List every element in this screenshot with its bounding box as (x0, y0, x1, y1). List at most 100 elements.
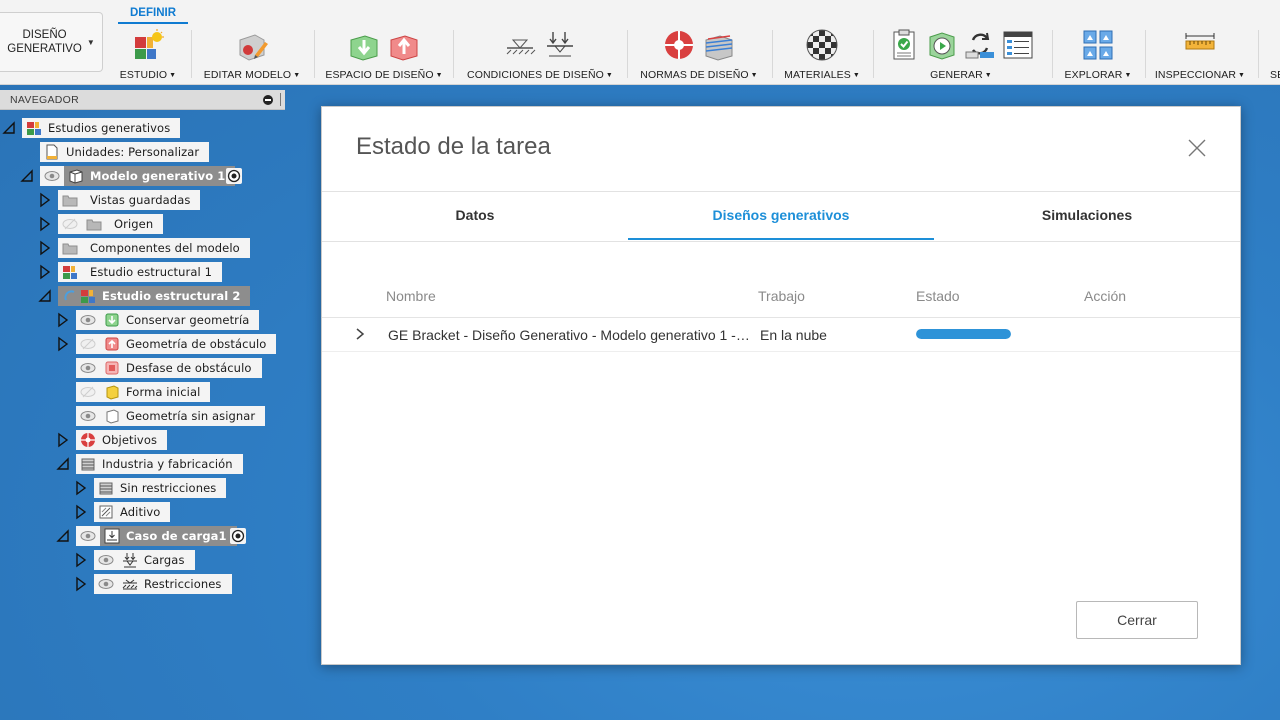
activate-radio-icon[interactable] (226, 168, 242, 184)
tree-node-industria-fabricacion[interactable]: Industria y fabricación (76, 454, 243, 474)
tree-node-componentes[interactable]: Componentes del modelo (58, 238, 250, 258)
caret-icon: ▼ (1124, 72, 1132, 79)
collapse-triangle-icon[interactable] (38, 288, 52, 304)
group-editar-modelo[interactable]: EDITAR MODELO ▼ (198, 24, 306, 84)
tree-node-sin-restricciones[interactable]: Sin restricciones (94, 478, 227, 498)
toolbar: DISEÑO GENERATIVO ▼ DEFINIR ESTUDIO ▼ EDI… (0, 0, 1280, 85)
tab-definir[interactable]: DEFINIR (118, 0, 188, 24)
tree-node-aditivo[interactable]: Aditivo (94, 502, 171, 522)
expand-triangle-icon[interactable] (56, 336, 70, 352)
tree-node-cargas[interactable]: Cargas (94, 550, 195, 570)
activate-radio-icon[interactable] (230, 528, 246, 544)
group-estudio[interactable]: ESTUDIO ▼ (110, 24, 186, 84)
tree-node-estudios-generativos[interactable]: Estudios generativos (22, 118, 181, 138)
separator (627, 30, 628, 78)
eye-icon[interactable] (80, 409, 96, 423)
eye-icon[interactable] (98, 553, 114, 567)
group-generar[interactable]: GENERAR ▼ (880, 24, 1042, 84)
tree-label: Geometría sin asignar (126, 409, 256, 423)
tab-disenos-generativos[interactable]: Diseños generativos (628, 192, 934, 240)
eye-icon[interactable] (80, 529, 96, 543)
tab-datos[interactable]: Datos (322, 192, 628, 240)
tree-node-estudio-estructural-2[interactable]: Estudio estructural 2 (58, 286, 251, 306)
tree-node-desfase-obstaculo[interactable]: Desfase de obstáculo (76, 358, 262, 378)
eye-hidden-icon[interactable] (62, 217, 78, 231)
tab-simulaciones[interactable]: Simulaciones (934, 192, 1240, 240)
tree-node-modelo-generativo[interactable] (40, 166, 64, 186)
workspace-switcher[interactable]: DISEÑO GENERATIVO ▼ (0, 12, 103, 72)
active-indicator-icon (64, 290, 75, 301)
collapse-triangle-icon[interactable] (56, 456, 70, 472)
preserve-geometry-icon (105, 313, 119, 327)
tree-node-geometria-sin-asignar[interactable]: Geometría sin asignar (76, 406, 266, 426)
close-button[interactable]: Cerrar (1076, 601, 1198, 639)
obstacle-offset-icon (105, 361, 119, 375)
group-label-estudio: ESTUDIO (119, 69, 168, 81)
tree-label: Estudios generativos (48, 121, 171, 135)
tree-node-vistas-guardadas[interactable]: Vistas guardadas (58, 190, 201, 210)
expand-triangle-icon[interactable] (74, 552, 88, 568)
tree-node-forma-inicial[interactable]: Forma inicial (76, 382, 211, 402)
group-explorar[interactable]: EXPLORAR ▼ (1060, 24, 1136, 84)
expand-triangle-icon[interactable] (74, 504, 88, 520)
separator (1258, 30, 1259, 78)
group-espacio-diseno[interactable]: ESPACIO DE DISEÑO ▼ (322, 24, 446, 84)
column-header-nombre[interactable]: Nombre (386, 288, 436, 304)
progress-bar (916, 329, 1011, 339)
tree-node-estudio-estructural-1[interactable]: Estudio estructural 1 (58, 262, 222, 282)
expand-triangle-icon[interactable] (56, 432, 70, 448)
tree-node-objetivos[interactable]: Objetivos (76, 430, 168, 450)
chevron-right-icon[interactable] (354, 326, 366, 342)
tree-node-modelo-generativo-label[interactable]: Modelo generativo 1 (64, 166, 236, 186)
tree-node-caso-de-carga[interactable] (76, 526, 100, 546)
navigator-title: NAVEGADOR (10, 94, 80, 106)
group-select-partial[interactable]: SE (1264, 24, 1280, 84)
caret-icon: ▼ (750, 72, 758, 79)
collapse-icon[interactable] (263, 95, 273, 105)
tree-label: Aditivo (120, 505, 161, 519)
group-label-espacio-diseno: ESPACIO DE DISEÑO (325, 69, 434, 81)
eye-hidden-icon[interactable] (80, 337, 96, 351)
panel-grip[interactable] (280, 93, 281, 106)
expand-triangle-icon[interactable] (74, 480, 88, 496)
eye-icon[interactable] (80, 361, 96, 375)
column-header-accion[interactable]: Acción (1084, 288, 1126, 304)
tree-node-restricciones[interactable]: Restricciones (94, 574, 232, 594)
tree-label: Sin restricciones (120, 481, 217, 495)
expand-triangle-icon[interactable] (74, 576, 88, 592)
expand-triangle-icon[interactable] (38, 240, 52, 256)
collapse-triangle-icon[interactable] (2, 120, 16, 136)
unrestricted-icon (99, 482, 113, 495)
separator (191, 30, 192, 78)
group-materiales[interactable]: MATERIALES ▼ (780, 24, 864, 84)
tree-node-geometria-obstaculo[interactable]: Geometría de obstáculo (76, 334, 277, 354)
close-icon[interactable] (1186, 137, 1208, 159)
manufacturing-icon (705, 35, 733, 61)
eye-hidden-icon[interactable] (80, 385, 96, 399)
group-condiciones-diseno[interactable]: CONDICIONES DE DISEÑO ▼ (462, 24, 618, 84)
group-inspeccionar[interactable]: INSPECCIONAR ▼ (1152, 24, 1248, 84)
eye-icon[interactable] (98, 577, 114, 591)
folder-icon (62, 243, 78, 255)
generative-studies-icon (27, 122, 41, 135)
navigator-header: NAVEGADOR (0, 90, 285, 110)
caret-icon: ▼ (435, 72, 443, 79)
tree-node-unidades[interactable]: Unidades: Personalizar (40, 142, 210, 162)
eye-icon[interactable] (44, 169, 60, 183)
tree-node-conservar-geometria[interactable]: Conservar geometría (76, 310, 260, 330)
expand-triangle-icon[interactable] (56, 312, 70, 328)
caret-icon: ▼ (984, 72, 992, 79)
expand-triangle-icon[interactable] (38, 192, 52, 208)
expand-triangle-icon[interactable] (38, 264, 52, 280)
unassigned-geometry-icon (106, 409, 119, 424)
eye-icon[interactable] (80, 313, 96, 327)
generate-icon (929, 32, 955, 60)
tree-node-caso-de-carga-label[interactable]: Caso de carga1 (100, 526, 237, 546)
column-header-trabajo[interactable]: Trabajo (758, 288, 805, 304)
group-normas-diseno[interactable]: NORMAS DE DISEÑO ▼ (636, 24, 762, 84)
collapse-triangle-icon[interactable] (56, 528, 70, 544)
collapse-triangle-icon[interactable] (20, 168, 34, 184)
expand-triangle-icon[interactable] (38, 216, 52, 232)
tree-node-origen[interactable]: Origen (58, 214, 164, 234)
column-header-estado[interactable]: Estado (916, 288, 960, 304)
